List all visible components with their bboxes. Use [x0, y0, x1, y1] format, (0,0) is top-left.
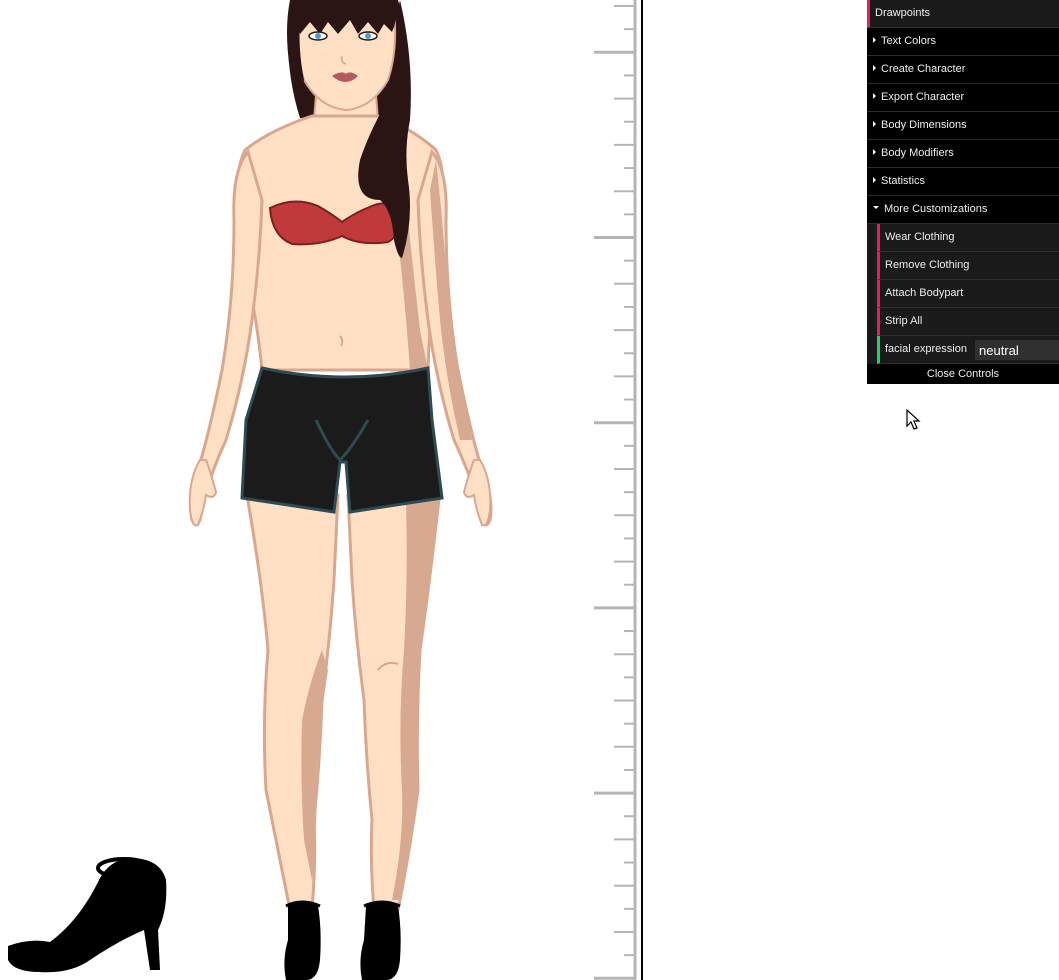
triangle-right-icon: [873, 93, 876, 100]
folder-label: Create Character: [881, 63, 966, 75]
mouse-pointer-icon: [906, 409, 921, 430]
folder-more-customizations[interactable]: More Customizations: [867, 196, 1059, 224]
triangle-right-icon: [873, 149, 876, 156]
folder-create-character[interactable]: Create Character: [867, 56, 1059, 84]
folder-label: Export Character: [881, 91, 965, 103]
wear-clothing-button[interactable]: Wear Clothing: [877, 224, 1059, 252]
attach-bodypart-button[interactable]: Attach Bodypart: [877, 280, 1059, 308]
character-canvas[interactable]: Drawpoints Text Colors Create Character …: [0, 0, 1059, 980]
facial-expression-label: facial expression: [885, 343, 967, 355]
left-leg: [244, 488, 340, 912]
folder-label: Statistics: [881, 175, 926, 187]
folder-statistics[interactable]: Statistics: [867, 168, 1059, 196]
shorts: [240, 366, 444, 514]
facial-expression-control: facial expression: [877, 336, 1059, 364]
folder-text-colors[interactable]: Text Colors: [867, 28, 1059, 56]
close-controls-button[interactable]: Close Controls: [867, 364, 1059, 384]
drawpoints-button[interactable]: Drawpoints: [867, 0, 1059, 28]
controls-panel: Drawpoints Text Colors Create Character …: [867, 0, 1059, 384]
height-ruler: [594, 0, 643, 980]
strip-all-button[interactable]: Strip All: [877, 308, 1059, 336]
triangle-right-icon: [873, 37, 876, 44]
triangle-right-icon: [873, 177, 876, 184]
triangle-right-icon: [873, 121, 876, 128]
remove-clothing-button[interactable]: Remove Clothing: [877, 252, 1059, 280]
high-heel-icon[interactable]: [0, 850, 180, 980]
more-customizations-content: Wear Clothing Remove Clothing Attach Bod…: [877, 224, 1059, 364]
folder-body-dimensions[interactable]: Body Dimensions: [867, 112, 1059, 140]
triangle-right-icon: [873, 65, 876, 72]
facial-expression-input[interactable]: [975, 340, 1059, 360]
folder-body-modifiers[interactable]: Body Modifiers: [867, 140, 1059, 168]
left-shoe: [284, 903, 321, 980]
folder-label: Text Colors: [881, 35, 937, 47]
folder-label: More Customizations: [884, 203, 988, 215]
folder-label: Body Modifiers: [881, 147, 954, 159]
right-shoe: [360, 903, 401, 980]
folder-label: Body Dimensions: [881, 119, 967, 131]
character-figure: [188, 0, 493, 980]
folder-export-character[interactable]: Export Character: [867, 84, 1059, 112]
triangle-down-icon: [873, 205, 879, 209]
